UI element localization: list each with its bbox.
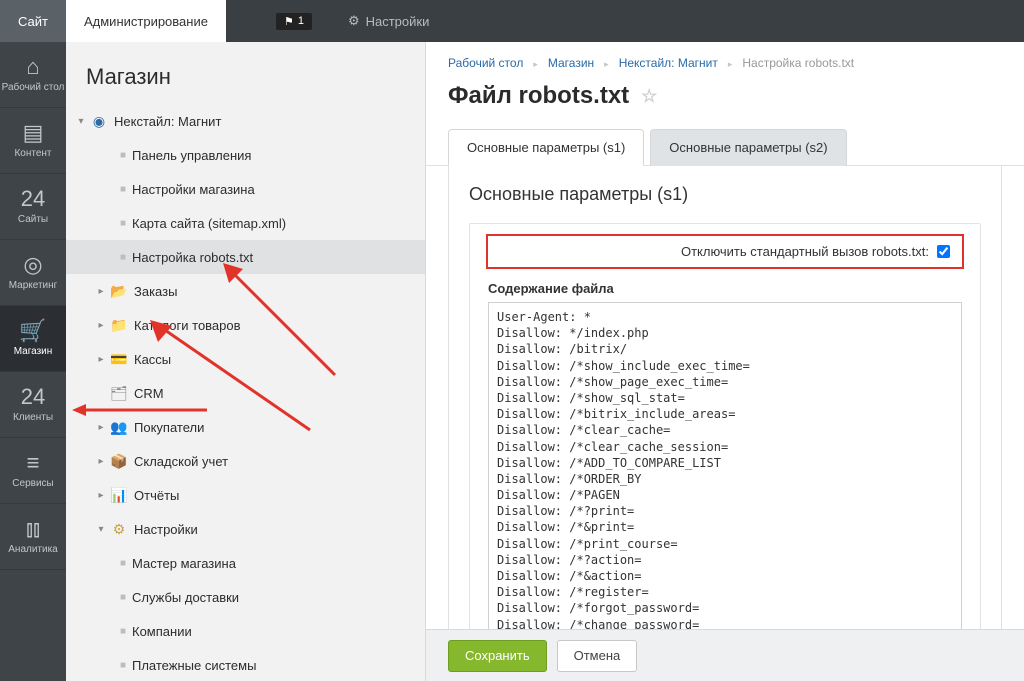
sidebar-title: Магазин (66, 42, 425, 104)
crumb-1[interactable]: Магазин (548, 56, 594, 70)
rail-label: Сайты (18, 214, 48, 225)
rail-item-3[interactable]: ◎ Маркетинг (0, 240, 66, 306)
tree-settings-child-3[interactable]: ■Платежные системы (66, 648, 425, 681)
footer-buttons: Сохранить Отмена (426, 629, 1024, 681)
tree-root-child-2[interactable]: ■Карта сайта (sitemap.xml) (66, 206, 425, 240)
tab-site[interactable]: Сайт (0, 0, 66, 42)
rail-label: Сервисы (12, 478, 53, 489)
rail-icon: 🛒 (19, 320, 46, 342)
tree-root-child-1[interactable]: ■Настройки магазина (66, 172, 425, 206)
tree-root-child-3[interactable]: ■Настройка robots.txt (66, 240, 425, 274)
rail-item-1[interactable]: ▤ Контент (0, 108, 66, 174)
rail-icon: ≡ (27, 452, 40, 474)
param-tabs: Основные параметры (s1)Основные параметр… (426, 128, 1024, 166)
crumb-0[interactable]: Рабочий стол (448, 56, 523, 70)
left-rail: ⌂ Рабочий стол ▤ Контент 24 Сайты ◎ Маркетинг 🛒 М… (0, 42, 66, 681)
disable-robots-row: Отключить стандартный вызов robots.txt: (486, 234, 964, 269)
tree-item-1[interactable]: ▸📁Каталоги товаров (66, 308, 425, 342)
rail-icon: 24 (21, 188, 45, 210)
rail-label: Рабочий стол (2, 82, 65, 93)
rail-icon: ◎ (23, 254, 42, 276)
tree-item-7[interactable]: ▾⚙Настройки (66, 512, 425, 546)
panel-main-params: Основные параметры (s1) Отключить станда… (448, 166, 1002, 681)
crumb-2[interactable]: Некстайл: Магнит (619, 56, 718, 70)
robots-textarea[interactable] (488, 302, 962, 662)
rail-icon: ⌂ (26, 56, 39, 78)
flag-icon: ⚑ (284, 15, 294, 28)
top-bar: Сайт Администрирование ⚑1 ⚙ Настройки (0, 0, 1024, 42)
tree-root[interactable]: ▾◉Некстайл: Магнит (66, 104, 425, 138)
page-title-row: Файл robots.txt ☆ (426, 78, 1024, 128)
form-area: Отключить стандартный вызов robots.txt: … (469, 223, 981, 678)
sidebar: Магазин ▾◉Некстайл: Магнит■Панель управл… (66, 42, 426, 681)
rail-icon: ⫾⫾ (26, 518, 40, 540)
disable-robots-checkbox[interactable] (937, 245, 950, 258)
notification-count: 1 (298, 15, 304, 27)
param-tab-0[interactable]: Основные параметры (s1) (448, 129, 644, 166)
rail-item-2[interactable]: 24 Сайты (0, 174, 66, 240)
tree-item-5[interactable]: ▸📦Складской учет (66, 444, 425, 478)
rail-item-4[interactable]: 🛒 Магазин (0, 306, 66, 372)
tree-settings-child-2[interactable]: ■Компании (66, 614, 425, 648)
content-label: Содержание файла (488, 281, 962, 296)
cancel-button[interactable]: Отмена (557, 640, 638, 672)
tree-item-4[interactable]: ▸👥Покупатели (66, 410, 425, 444)
tree-item-3[interactable]: 🗂CRM (66, 376, 425, 410)
crumb-3: Настройка robots.txt (742, 56, 854, 70)
rail-item-0[interactable]: ⌂ Рабочий стол (0, 42, 66, 108)
rail-icon: 24 (21, 386, 45, 408)
favorite-star-icon[interactable]: ☆ (641, 86, 657, 107)
rail-item-5[interactable]: 24 Клиенты (0, 372, 66, 438)
tab-settings-top[interactable]: ⚙ Настройки (330, 0, 447, 42)
rail-label: Магазин (14, 346, 53, 357)
tab-notifications[interactable]: ⚑1 (258, 0, 330, 42)
rail-item-6[interactable]: ≡ Сервисы (0, 438, 66, 504)
rail-label: Контент (14, 148, 51, 159)
tab-admin[interactable]: Администрирование (66, 0, 226, 42)
tree-root-child-0[interactable]: ■Панель управления (66, 138, 425, 172)
panel-title: Основные параметры (s1) (469, 184, 981, 205)
tree-item-6[interactable]: ▸📊Отчёты (66, 478, 425, 512)
tree-settings-child-1[interactable]: ■Службы доставки (66, 580, 425, 614)
rail-icon: ▤ (23, 122, 44, 144)
settings-label: Настройки (366, 14, 430, 29)
page-title: Файл robots.txt (448, 82, 629, 110)
tree-item-0[interactable]: ▸📂Заказы (66, 274, 425, 308)
rail-item-7[interactable]: ⫾⫾ Аналитика (0, 504, 66, 570)
param-tab-1[interactable]: Основные параметры (s2) (650, 129, 846, 166)
tree-item-2[interactable]: ▸💳Кассы (66, 342, 425, 376)
rail-label: Аналитика (8, 544, 58, 555)
rail-label: Клиенты (13, 412, 53, 423)
disable-robots-label: Отключить стандартный вызов robots.txt: (681, 244, 929, 259)
tree-settings-child-0[interactable]: ■Мастер магазина (66, 546, 425, 580)
main-content: Рабочий стол▸Магазин▸Некстайл: Магнит▸На… (426, 42, 1024, 681)
breadcrumb: Рабочий стол▸Магазин▸Некстайл: Магнит▸На… (426, 42, 1024, 78)
rail-label: Маркетинг (9, 280, 58, 291)
gear-icon: ⚙ (348, 13, 360, 29)
save-button[interactable]: Сохранить (448, 640, 547, 672)
